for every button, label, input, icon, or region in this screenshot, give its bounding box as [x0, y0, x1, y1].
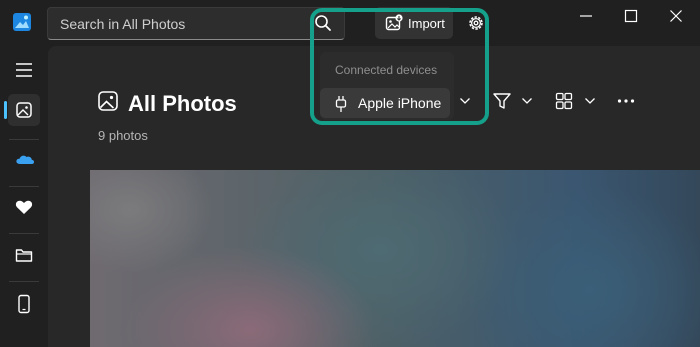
all-photos-icon — [98, 91, 118, 111]
close-icon[interactable] — [668, 8, 684, 24]
photos-icon — [16, 102, 32, 118]
chevron-down-icon[interactable] — [584, 97, 596, 105]
app-logo — [13, 13, 31, 31]
phone-icon[interactable] — [17, 294, 31, 314]
folder-icon[interactable] — [15, 247, 33, 263]
sidebar-item-all-photos[interactable] — [8, 94, 40, 126]
chevron-down-icon[interactable] — [521, 97, 533, 105]
photo-thumbnail[interactable] — [90, 170, 700, 347]
search-input[interactable]: Search in All Photos — [47, 7, 345, 40]
active-indicator — [4, 101, 7, 119]
sidebar-divider — [9, 233, 39, 234]
page-title: All Photos — [128, 91, 237, 116]
photo-count: 9 photos — [98, 128, 148, 143]
filter-icon[interactable] — [492, 92, 512, 110]
minimize-icon[interactable] — [578, 8, 594, 24]
more-options-icon[interactable] — [617, 98, 635, 104]
search-placeholder: Search in All Photos — [60, 16, 186, 32]
highlight-annotation — [310, 8, 489, 125]
view-layout-icon[interactable] — [555, 92, 573, 110]
sidebar-divider — [9, 186, 39, 187]
menu-icon[interactable] — [14, 62, 34, 78]
maximize-icon[interactable] — [623, 8, 639, 24]
sidebar-divider — [9, 281, 39, 282]
sidebar-divider — [9, 139, 39, 140]
onedrive-icon[interactable] — [15, 152, 35, 166]
heart-icon[interactable] — [15, 199, 33, 215]
